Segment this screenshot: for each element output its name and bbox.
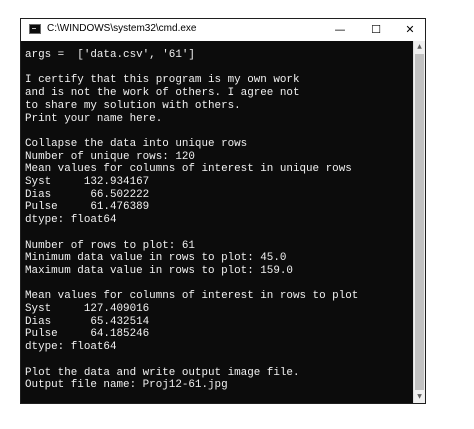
console-line: Number of unique rows: 120	[25, 150, 195, 163]
console-line: and is not the work of others. I agree n…	[25, 87, 300, 100]
console-line: Syst 127.409016	[25, 303, 150, 316]
console-line: Mean values for columns of interest in u…	[25, 163, 352, 176]
console-line: Pulse 61.476389	[25, 201, 150, 214]
console-line: to share my solution with others.	[25, 99, 241, 112]
console-line: dtype: float64	[25, 341, 117, 354]
title-bar[interactable]: C:\WINDOWS\system32\cmd.exe — ☐ ✕	[21, 19, 425, 41]
console-line: Syst 132.934167	[25, 176, 150, 189]
console-line: Pulse 64.185246	[25, 328, 150, 341]
vertical-scrollbar[interactable]: ▲ ▼	[413, 41, 425, 403]
console-line: dtype: float64	[25, 214, 117, 227]
console-line: Plot the data and write output image fil…	[25, 366, 300, 379]
console-output-text: args = ['data.csv', '61'] I certify that…	[21, 41, 413, 392]
scroll-up-arrow-icon[interactable]: ▲	[414, 41, 425, 53]
console-line: Mean values for columns of interest in r…	[25, 290, 359, 303]
scroll-down-arrow-icon[interactable]: ▼	[414, 391, 425, 403]
console-line: args = ['data.csv', '61']	[25, 49, 195, 61]
console-icon	[29, 24, 41, 34]
console-line: Output file name: Proj12-61.jpg	[25, 379, 228, 392]
console-line: Minimum data value in rows to plot: 45.0	[25, 252, 287, 265]
console-line: Maximum data value in rows to plot: 159.…	[25, 264, 293, 277]
console-line: Number of rows to plot: 61	[25, 239, 195, 252]
maximize-button[interactable]: ☐	[359, 19, 393, 41]
minimize-button[interactable]: —	[323, 19, 357, 41]
console-line: Dias 65.432514	[25, 315, 150, 328]
console-output-area[interactable]: args = ['data.csv', '61'] I certify that…	[21, 41, 413, 403]
close-button[interactable]: ✕	[393, 19, 427, 41]
window-title: C:\WINDOWS\system32\cmd.exe	[47, 23, 197, 34]
scrollbar-thumb[interactable]	[415, 54, 424, 390]
console-line: Dias 66.502222	[25, 188, 150, 201]
console-line: I certify that this program is my own wo…	[25, 74, 300, 87]
cmd-window: C:\WINDOWS\system32\cmd.exe — ☐ ✕ args =…	[20, 18, 426, 404]
console-line: Collapse the data into unique rows	[25, 137, 248, 150]
console-line: Print your name here.	[25, 112, 163, 125]
